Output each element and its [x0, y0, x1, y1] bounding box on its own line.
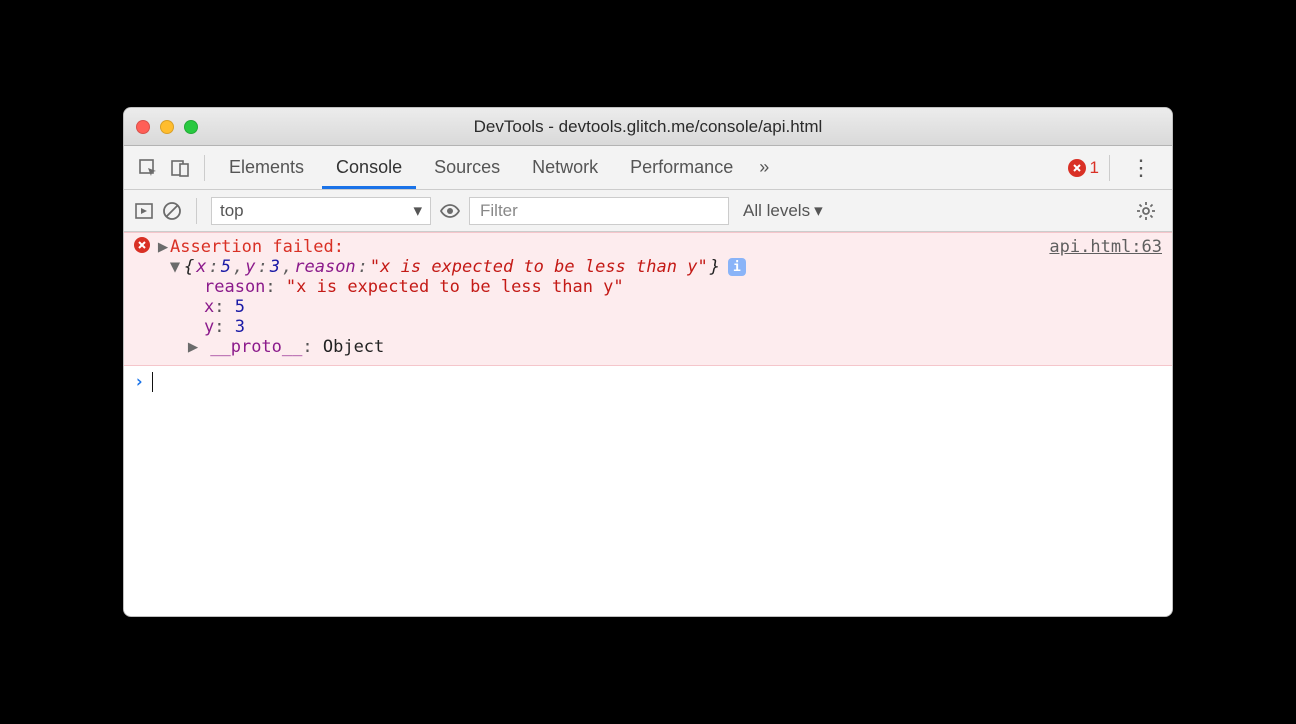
- tab-performance[interactable]: Performance: [616, 146, 747, 189]
- toggle-drawer-icon[interactable]: [134, 201, 154, 221]
- inspect-element-icon[interactable]: [134, 154, 162, 182]
- expand-icon[interactable]: ▶: [156, 237, 170, 257]
- proto-row[interactable]: ▶ __proto__: Object: [186, 337, 1162, 357]
- context-selector[interactable]: top ▾: [211, 197, 431, 225]
- titlebar: DevTools - devtools.glitch.me/console/ap…: [124, 108, 1172, 146]
- clear-console-icon[interactable]: [162, 201, 182, 221]
- divider: [1109, 155, 1110, 181]
- filter-placeholder: Filter: [480, 201, 518, 221]
- more-tabs-button[interactable]: »: [751, 157, 777, 178]
- log-levels-selector[interactable]: All levels ▾: [737, 201, 829, 221]
- settings-menu-button[interactable]: ⋮: [1120, 155, 1162, 181]
- live-expression-icon[interactable]: [439, 203, 461, 219]
- window-controls: [136, 120, 198, 134]
- close-window-button[interactable]: [136, 120, 150, 134]
- dropdown-icon: ▾: [814, 201, 823, 221]
- error-icon: [134, 237, 150, 253]
- levels-label: All levels: [743, 201, 810, 221]
- text-cursor: [152, 372, 153, 392]
- error-message: ▶ Assertion failed: api.html:63 ▼ {x: 5,…: [124, 232, 1172, 366]
- minimize-window-button[interactable]: [160, 120, 174, 134]
- console-settings-icon[interactable]: [1130, 201, 1162, 221]
- console-output: ▶ Assertion failed: api.html:63 ▼ {x: 5,…: [124, 232, 1172, 616]
- tab-sources[interactable]: Sources: [420, 146, 514, 189]
- devtools-window: DevTools - devtools.glitch.me/console/ap…: [123, 107, 1173, 617]
- tab-network[interactable]: Network: [518, 146, 612, 189]
- main-tabbar: Elements Console Sources Network Perform…: [124, 146, 1172, 190]
- divider: [196, 198, 197, 224]
- error-icon: [1068, 159, 1086, 177]
- error-title: Assertion failed:: [170, 237, 344, 257]
- dropdown-icon: ▾: [413, 201, 422, 221]
- info-icon[interactable]: i: [728, 258, 746, 276]
- tab-console[interactable]: Console: [322, 146, 416, 189]
- window-title: DevTools - devtools.glitch.me/console/ap…: [136, 117, 1160, 137]
- expand-icon[interactable]: ▶: [186, 337, 200, 357]
- prompt-icon: ›: [134, 372, 144, 392]
- maximize-window-button[interactable]: [184, 120, 198, 134]
- divider: [204, 155, 205, 181]
- context-label: top: [220, 201, 244, 221]
- property-x: x: 5: [204, 297, 1162, 317]
- console-toolbar: top ▾ Filter All levels ▾: [124, 190, 1172, 232]
- source-link[interactable]: api.html:63: [1049, 237, 1162, 257]
- error-count-badge[interactable]: 1: [1068, 158, 1099, 178]
- filter-input[interactable]: Filter: [469, 197, 729, 225]
- console-prompt[interactable]: ›: [124, 366, 1172, 398]
- error-count: 1: [1090, 158, 1099, 178]
- device-toolbar-icon[interactable]: [166, 154, 194, 182]
- collapse-icon[interactable]: ▼: [168, 257, 182, 277]
- property-reason: reason: "x is expected to be less than y…: [204, 277, 1162, 297]
- object-preview[interactable]: ▼ {x: 5, y: 3, reason: "x is expected to…: [168, 257, 1162, 277]
- tab-elements[interactable]: Elements: [215, 146, 318, 189]
- property-y: y: 3: [204, 317, 1162, 337]
